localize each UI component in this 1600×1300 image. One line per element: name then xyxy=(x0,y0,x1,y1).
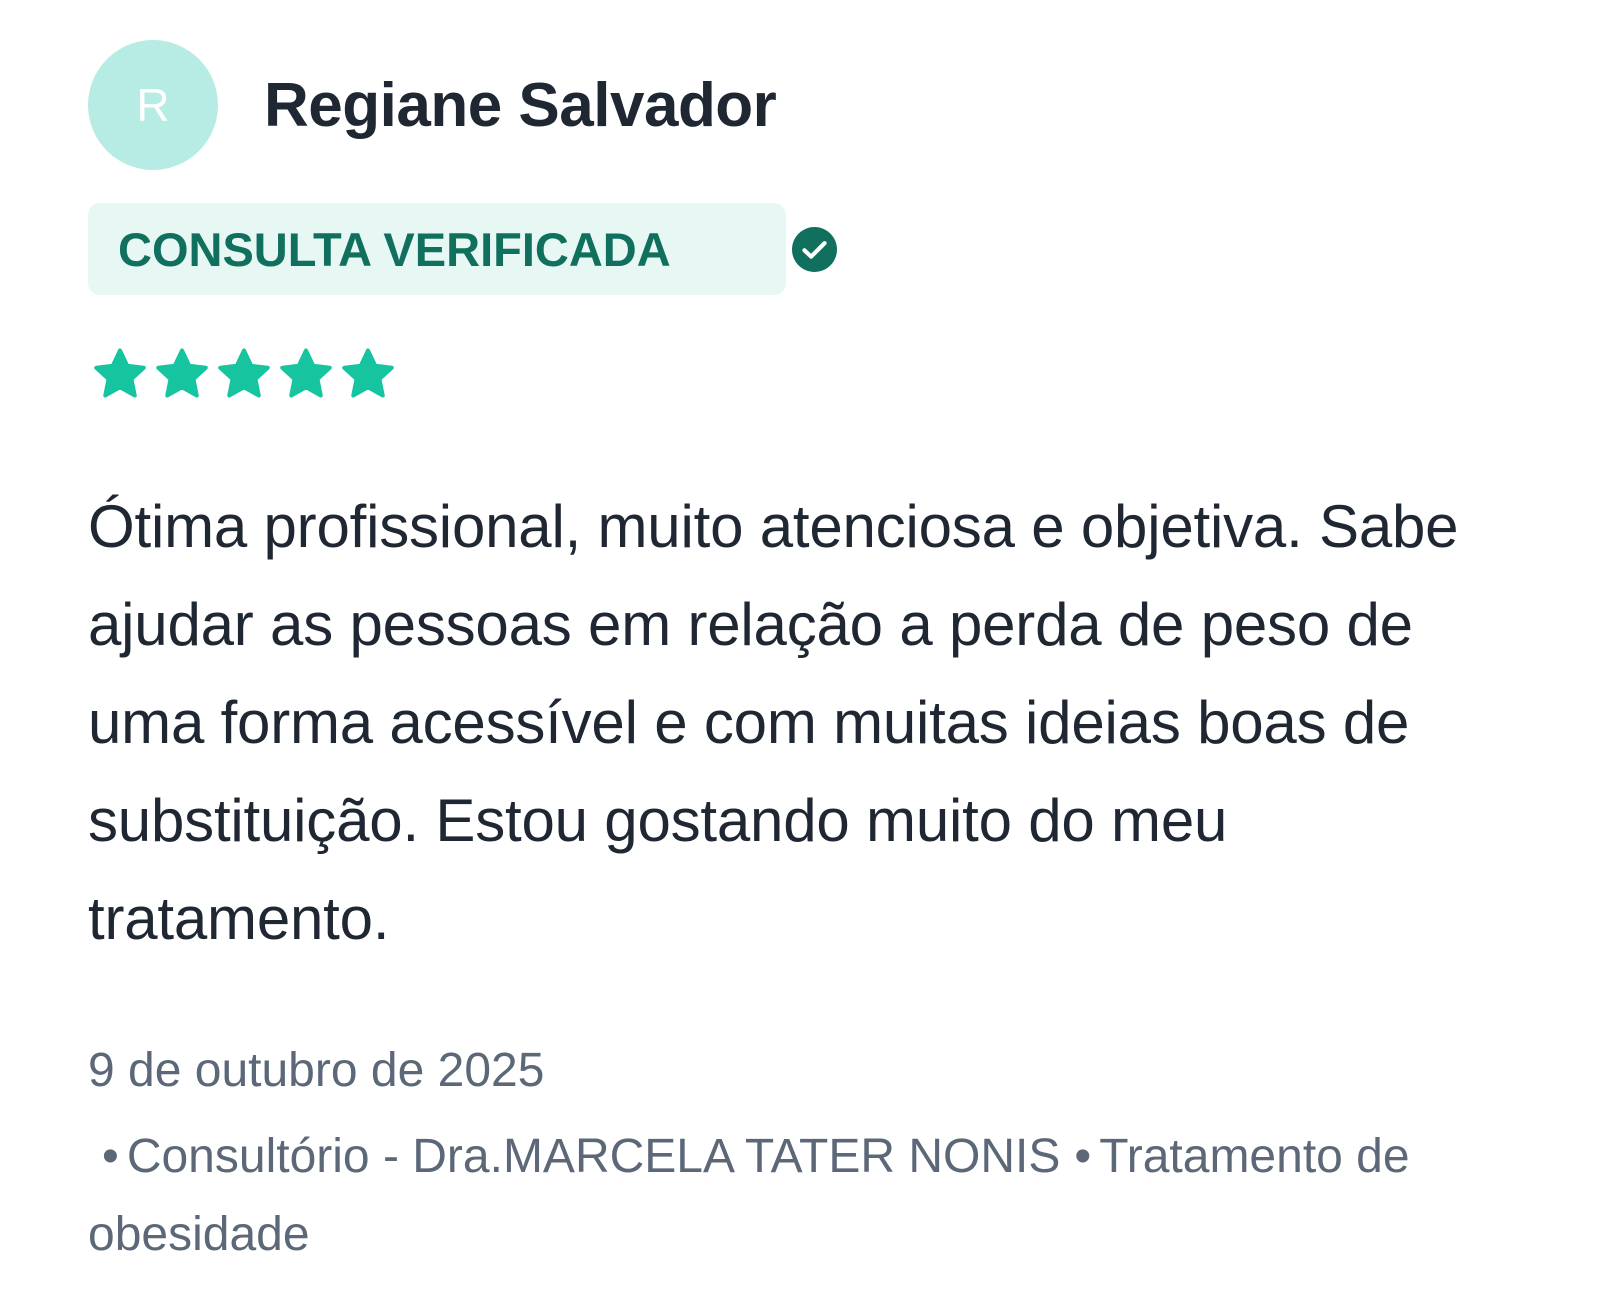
avatar-initial: R xyxy=(136,79,170,131)
review-meta: • Consultório - Dra.MARCELA TATER NONIS • T… xyxy=(88,1118,1498,1274)
review-card: R Regiane Salvador CONSULTA VERIFICADA Ó… xyxy=(0,0,1600,1300)
consultorio-label: Consultório - Dra.MARCELA TATER NONIS xyxy=(126,1130,1061,1183)
star-icon xyxy=(156,348,208,398)
star-icon xyxy=(342,348,394,398)
star-icon xyxy=(94,348,146,398)
reviewer-name: Regiane Salvador xyxy=(264,71,777,140)
verified-badge: CONSULTA VERIFICADA xyxy=(88,203,837,295)
star-rating xyxy=(90,345,398,405)
review-text: Ótima profissional, muito atenciosa e ob… xyxy=(88,493,1459,952)
check-circle-icon xyxy=(792,227,837,272)
star-icon xyxy=(218,348,270,398)
bullet-separator: • xyxy=(1074,1130,1092,1183)
bullet-separator: • xyxy=(102,1130,119,1183)
review-date: 9 de outubro de 2025 xyxy=(88,1044,545,1097)
verified-label: CONSULTA VERIFICADA xyxy=(118,222,671,276)
star-icon xyxy=(280,348,332,398)
avatar: R xyxy=(88,40,218,170)
